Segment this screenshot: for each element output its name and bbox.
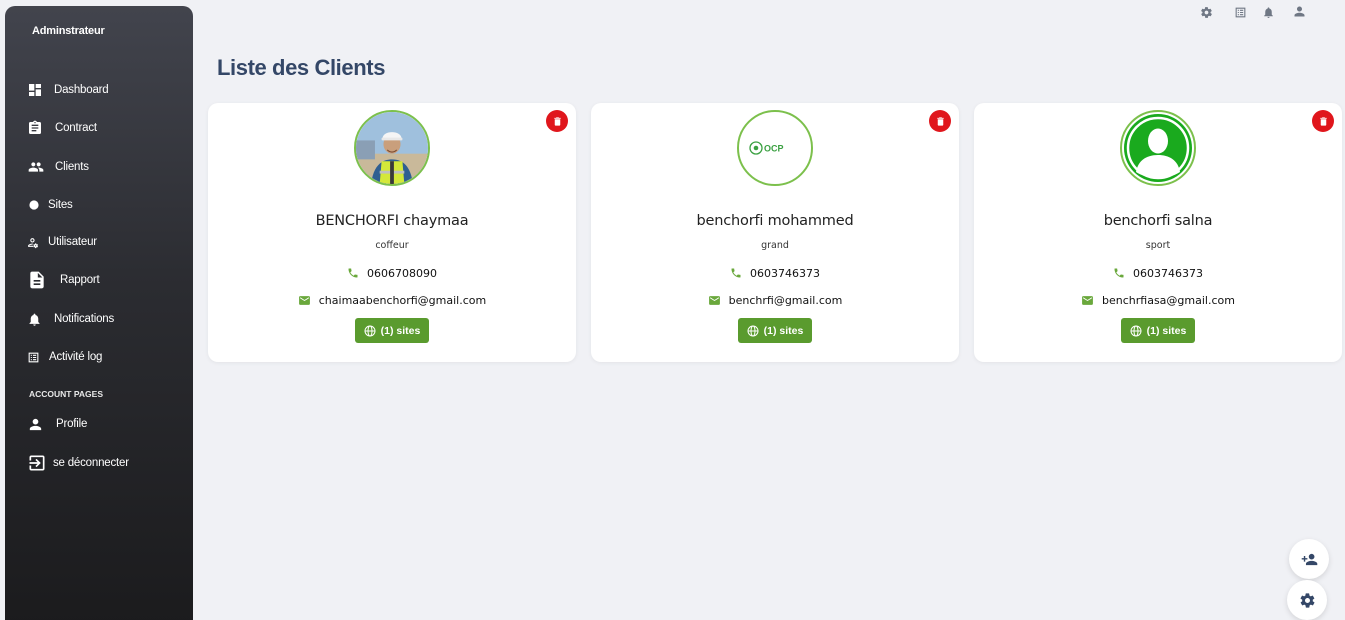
client-phone-row: 0603746373 [591, 265, 959, 281]
phone-icon [731, 268, 741, 278]
logout-icon [29, 455, 45, 471]
trash-icon [1319, 116, 1327, 126]
sidebar-item-logout[interactable]: se déconnecter [27, 451, 129, 475]
globe-icon [364, 325, 376, 336]
sidebar-item-dashboard[interactable]: Dashboard [27, 78, 109, 102]
client-avatar [354, 110, 430, 186]
client-card: benchorfi salna sport 0603746373 benchrf… [974, 103, 1342, 362]
client-avatar: OCP [737, 110, 813, 186]
people-icon [28, 162, 44, 172]
brand-title: Adminstrateur [32, 25, 105, 37]
sites-button[interactable]: (1) sites [738, 318, 812, 343]
add-user-icon [1301, 553, 1317, 565]
page-title: Liste des Clients [217, 55, 386, 80]
list-icon [28, 352, 39, 362]
list-icon[interactable] [1234, 6, 1247, 24]
sidebar-item-rapport[interactable]: Rapport [27, 268, 100, 292]
globe-icon [29, 200, 39, 210]
account-pages-heading: ACCOUNT PAGES [29, 389, 103, 399]
settings-fab[interactable] [1287, 580, 1327, 620]
client-email-row: benchrfi@gmail.com [591, 292, 959, 308]
dashboard-icon [29, 84, 41, 96]
clipboard-icon [29, 120, 41, 134]
sites-button-label: (1) sites [1146, 324, 1187, 337]
delete-button[interactable] [1312, 110, 1334, 132]
settings-icon[interactable] [1200, 6, 1213, 24]
bell-icon [29, 313, 40, 326]
mail-icon [1082, 295, 1093, 305]
sidebar-item-label: Utilisateur [48, 236, 97, 248]
sidebar-item-activite-log[interactable]: Activité log [27, 345, 102, 369]
client-name: BENCHORFI chaymaa [315, 213, 469, 229]
sidebar-item-label: Rapport [60, 274, 100, 286]
gear-icon [1300, 592, 1314, 608]
client-card: BENCHORFI chaymaa coffeur 0606708090 cha… [208, 103, 576, 362]
client-phone: 0603746373 [1133, 266, 1203, 280]
client-email-row: benchrfiasa@gmail.com [974, 292, 1342, 308]
default-person-avatar [1124, 114, 1192, 182]
sidebar-item-label: Clients [55, 161, 89, 173]
client-email: benchrfi@gmail.com [728, 293, 843, 307]
sidebar-item-clients[interactable]: Clients [27, 155, 89, 179]
sidebar-item-label: Contract [55, 122, 97, 134]
client-email: benchrfiasa@gmail.com [1102, 293, 1235, 307]
bell-icon[interactable] [1262, 6, 1275, 24]
sidebar: Adminstrateur Dashboard Contract Clients… [5, 6, 193, 620]
client-phone: 0603746373 [750, 266, 820, 280]
sidebar-item-label: Sites [48, 199, 73, 211]
sidebar-item-utilisateur[interactable]: Utilisateur [27, 230, 97, 254]
client-job: sport [1145, 240, 1171, 251]
sidebar-item-sites[interactable]: Sites [27, 193, 73, 217]
sidebar-item-contract[interactable]: Contract [27, 116, 97, 140]
sidebar-item-profile[interactable]: Profile [27, 412, 87, 436]
ocp-logo: OCP [749, 141, 784, 155]
client-job: grand [761, 240, 789, 251]
mail-icon [298, 295, 310, 305]
client-phone: 0606708090 [367, 266, 437, 280]
trash-icon [553, 116, 561, 126]
phone-icon [1114, 268, 1124, 278]
sidebar-item-label: Profile [56, 418, 88, 430]
client-phone-row: 0606708090 [208, 265, 576, 281]
add-client-button[interactable] [1289, 539, 1329, 579]
sidebar-item-label: Notifications [54, 313, 115, 325]
sidebar-item-notifications[interactable]: Notifications [27, 307, 114, 331]
globe-icon [1130, 325, 1142, 336]
phone-icon [348, 268, 358, 278]
user-settings-icon [28, 237, 39, 248]
sidebar-item-label: se déconnecter [53, 457, 129, 469]
client-email-row: chaimaabenchorfi@gmail.com [208, 292, 576, 308]
mail-icon [708, 295, 720, 305]
user-icon[interactable] [1292, 4, 1307, 24]
person-icon [29, 418, 42, 430]
client-name: benchorfi salna [1103, 213, 1213, 229]
sites-button-label: (1) sites [380, 324, 421, 337]
client-job: coffeur [375, 240, 409, 251]
sites-button[interactable]: (1) sites [1121, 318, 1195, 343]
delete-button[interactable] [546, 110, 568, 132]
sidebar-item-label: Activité log [49, 351, 103, 363]
ocp-logo-text: OCP [764, 144, 784, 154]
worker-photo [356, 112, 428, 184]
document-icon [30, 271, 44, 289]
client-name: benchorfi mohammed [696, 213, 854, 229]
delete-button[interactable] [929, 110, 951, 132]
sites-button-label: (1) sites [763, 324, 804, 337]
trash-icon [936, 116, 944, 126]
client-phone-row: 0603746373 [974, 265, 1342, 281]
sidebar-item-label: Dashboard [54, 84, 109, 96]
globe-icon [747, 325, 759, 336]
client-card: OCP benchorfi mohammed grand 0603746373 … [591, 103, 959, 362]
client-email: chaimaabenchorfi@gmail.com [318, 293, 487, 307]
sites-button[interactable]: (1) sites [355, 318, 429, 343]
client-avatar [1120, 110, 1196, 186]
